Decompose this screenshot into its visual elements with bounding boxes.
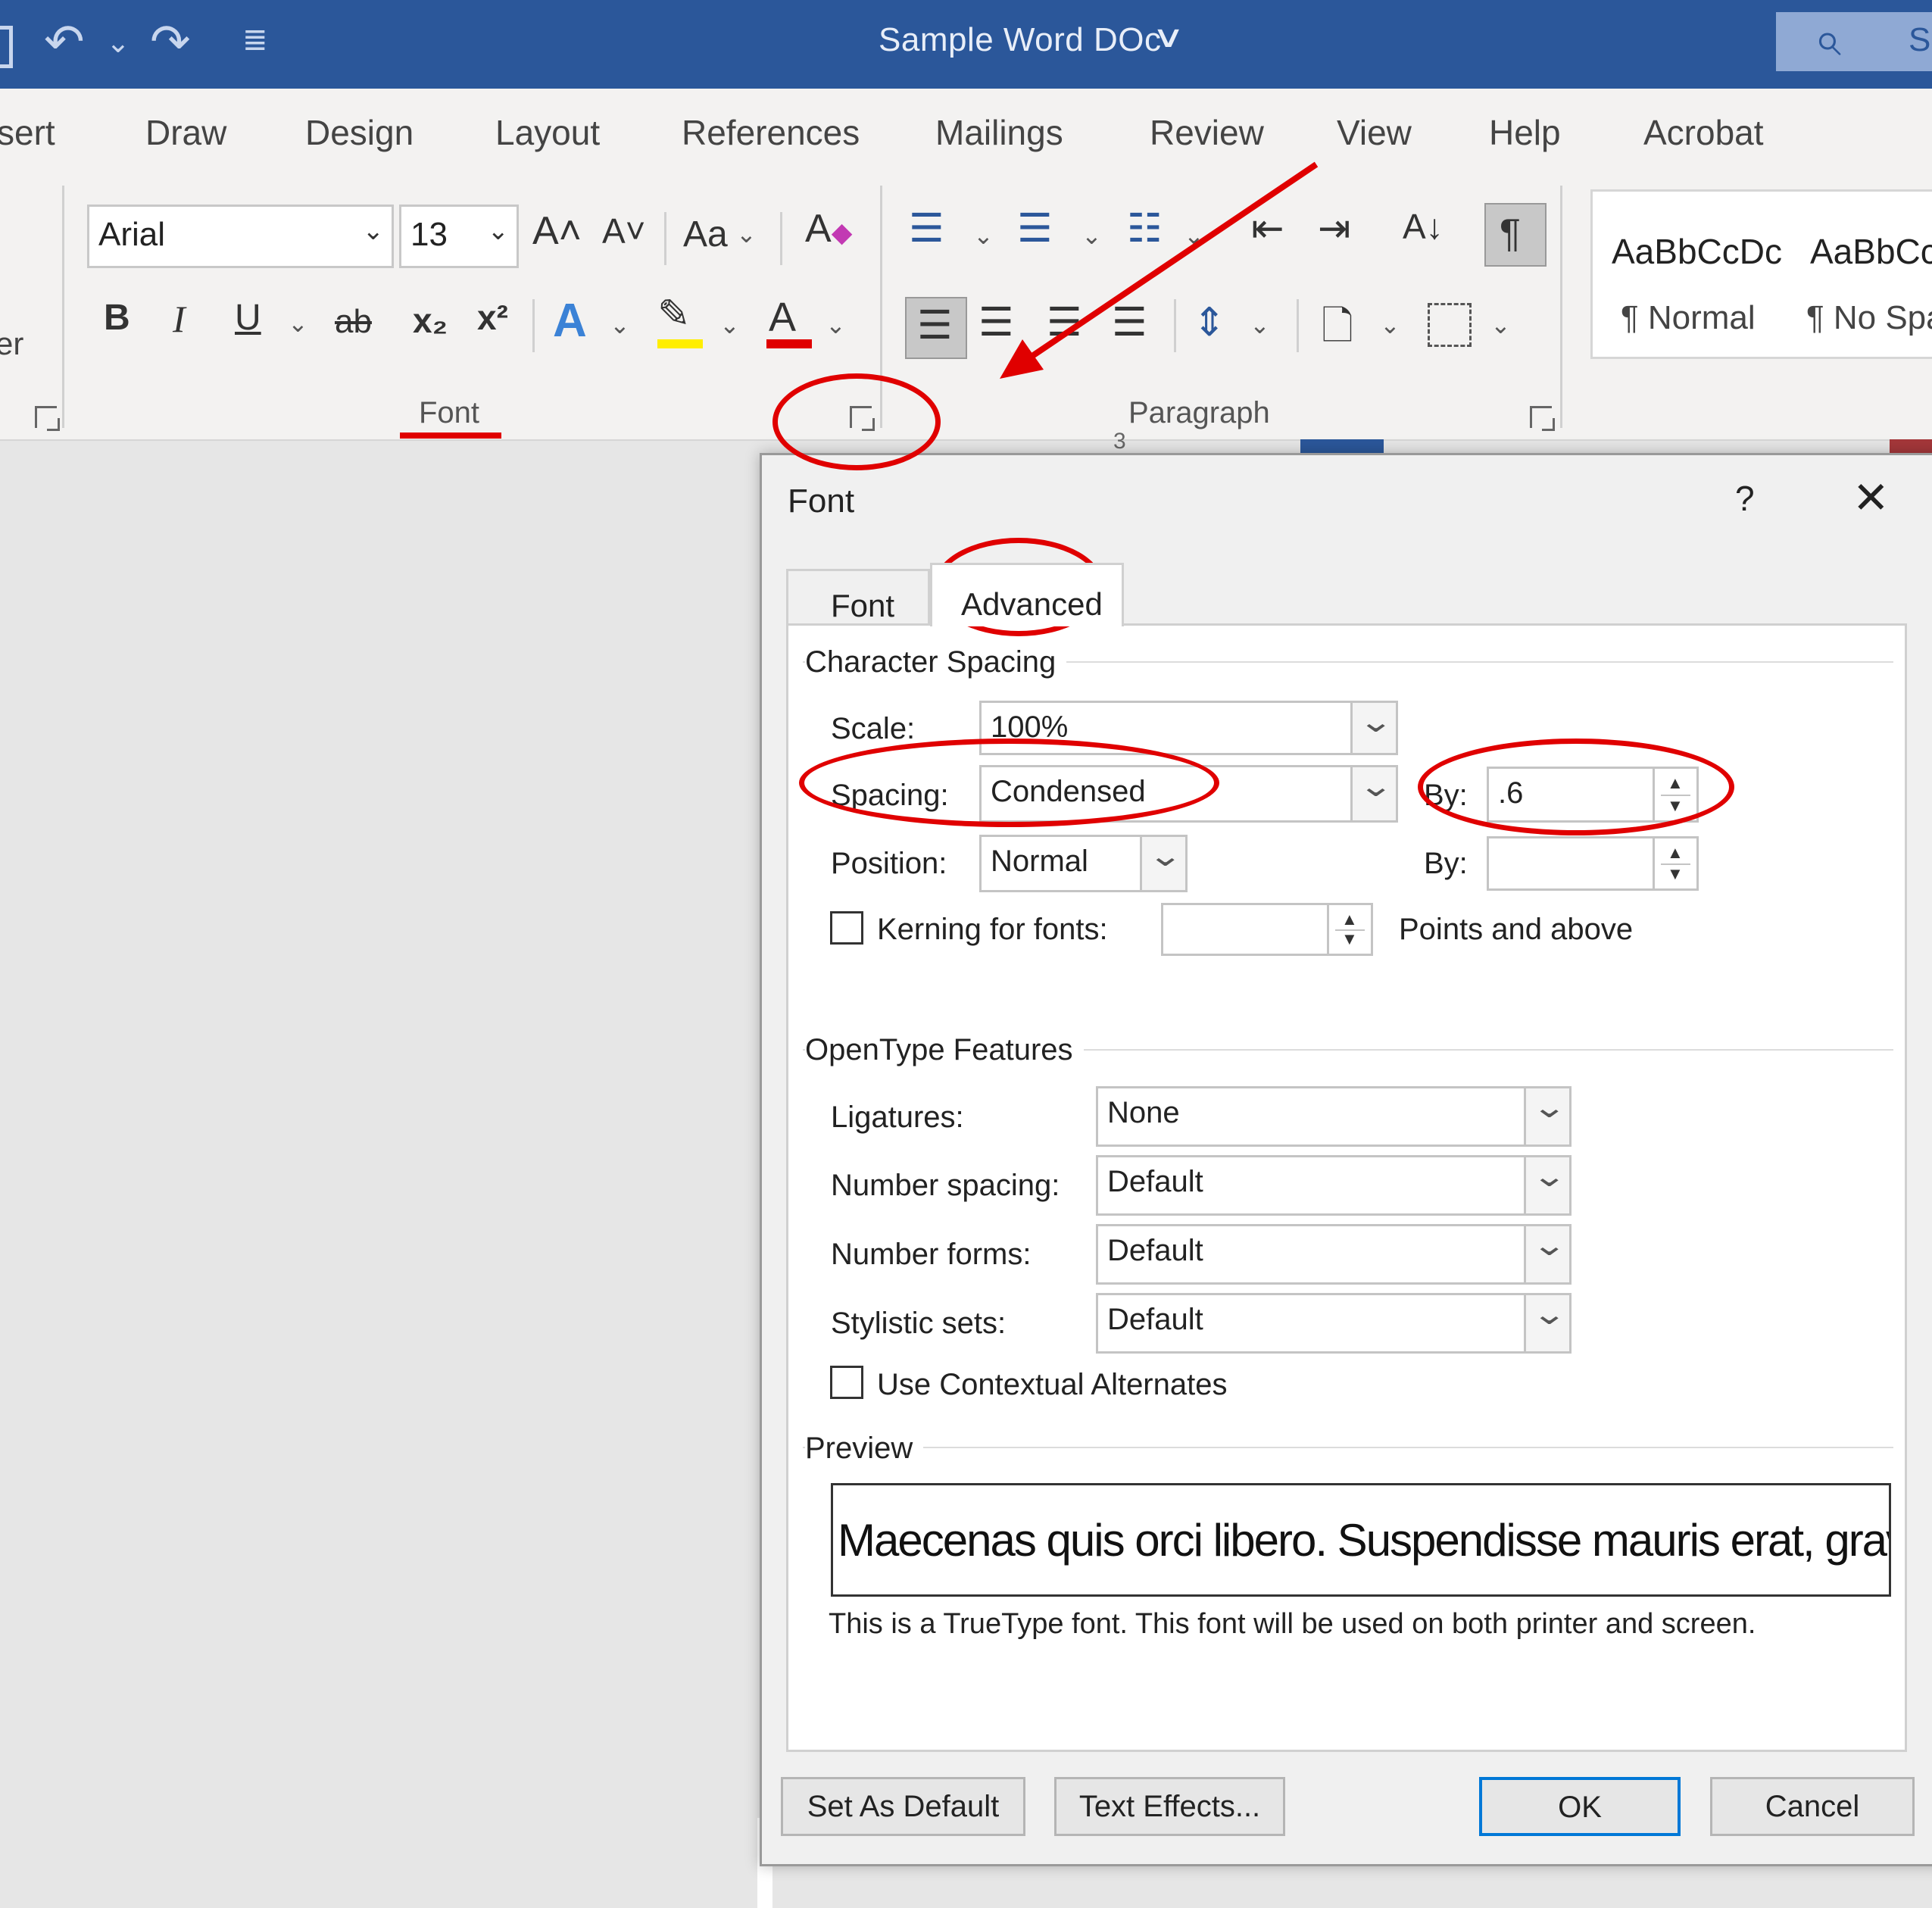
tab-advanced[interactable]: Advanced [930, 563, 1124, 626]
annotation-arrow [1000, 161, 1319, 379]
